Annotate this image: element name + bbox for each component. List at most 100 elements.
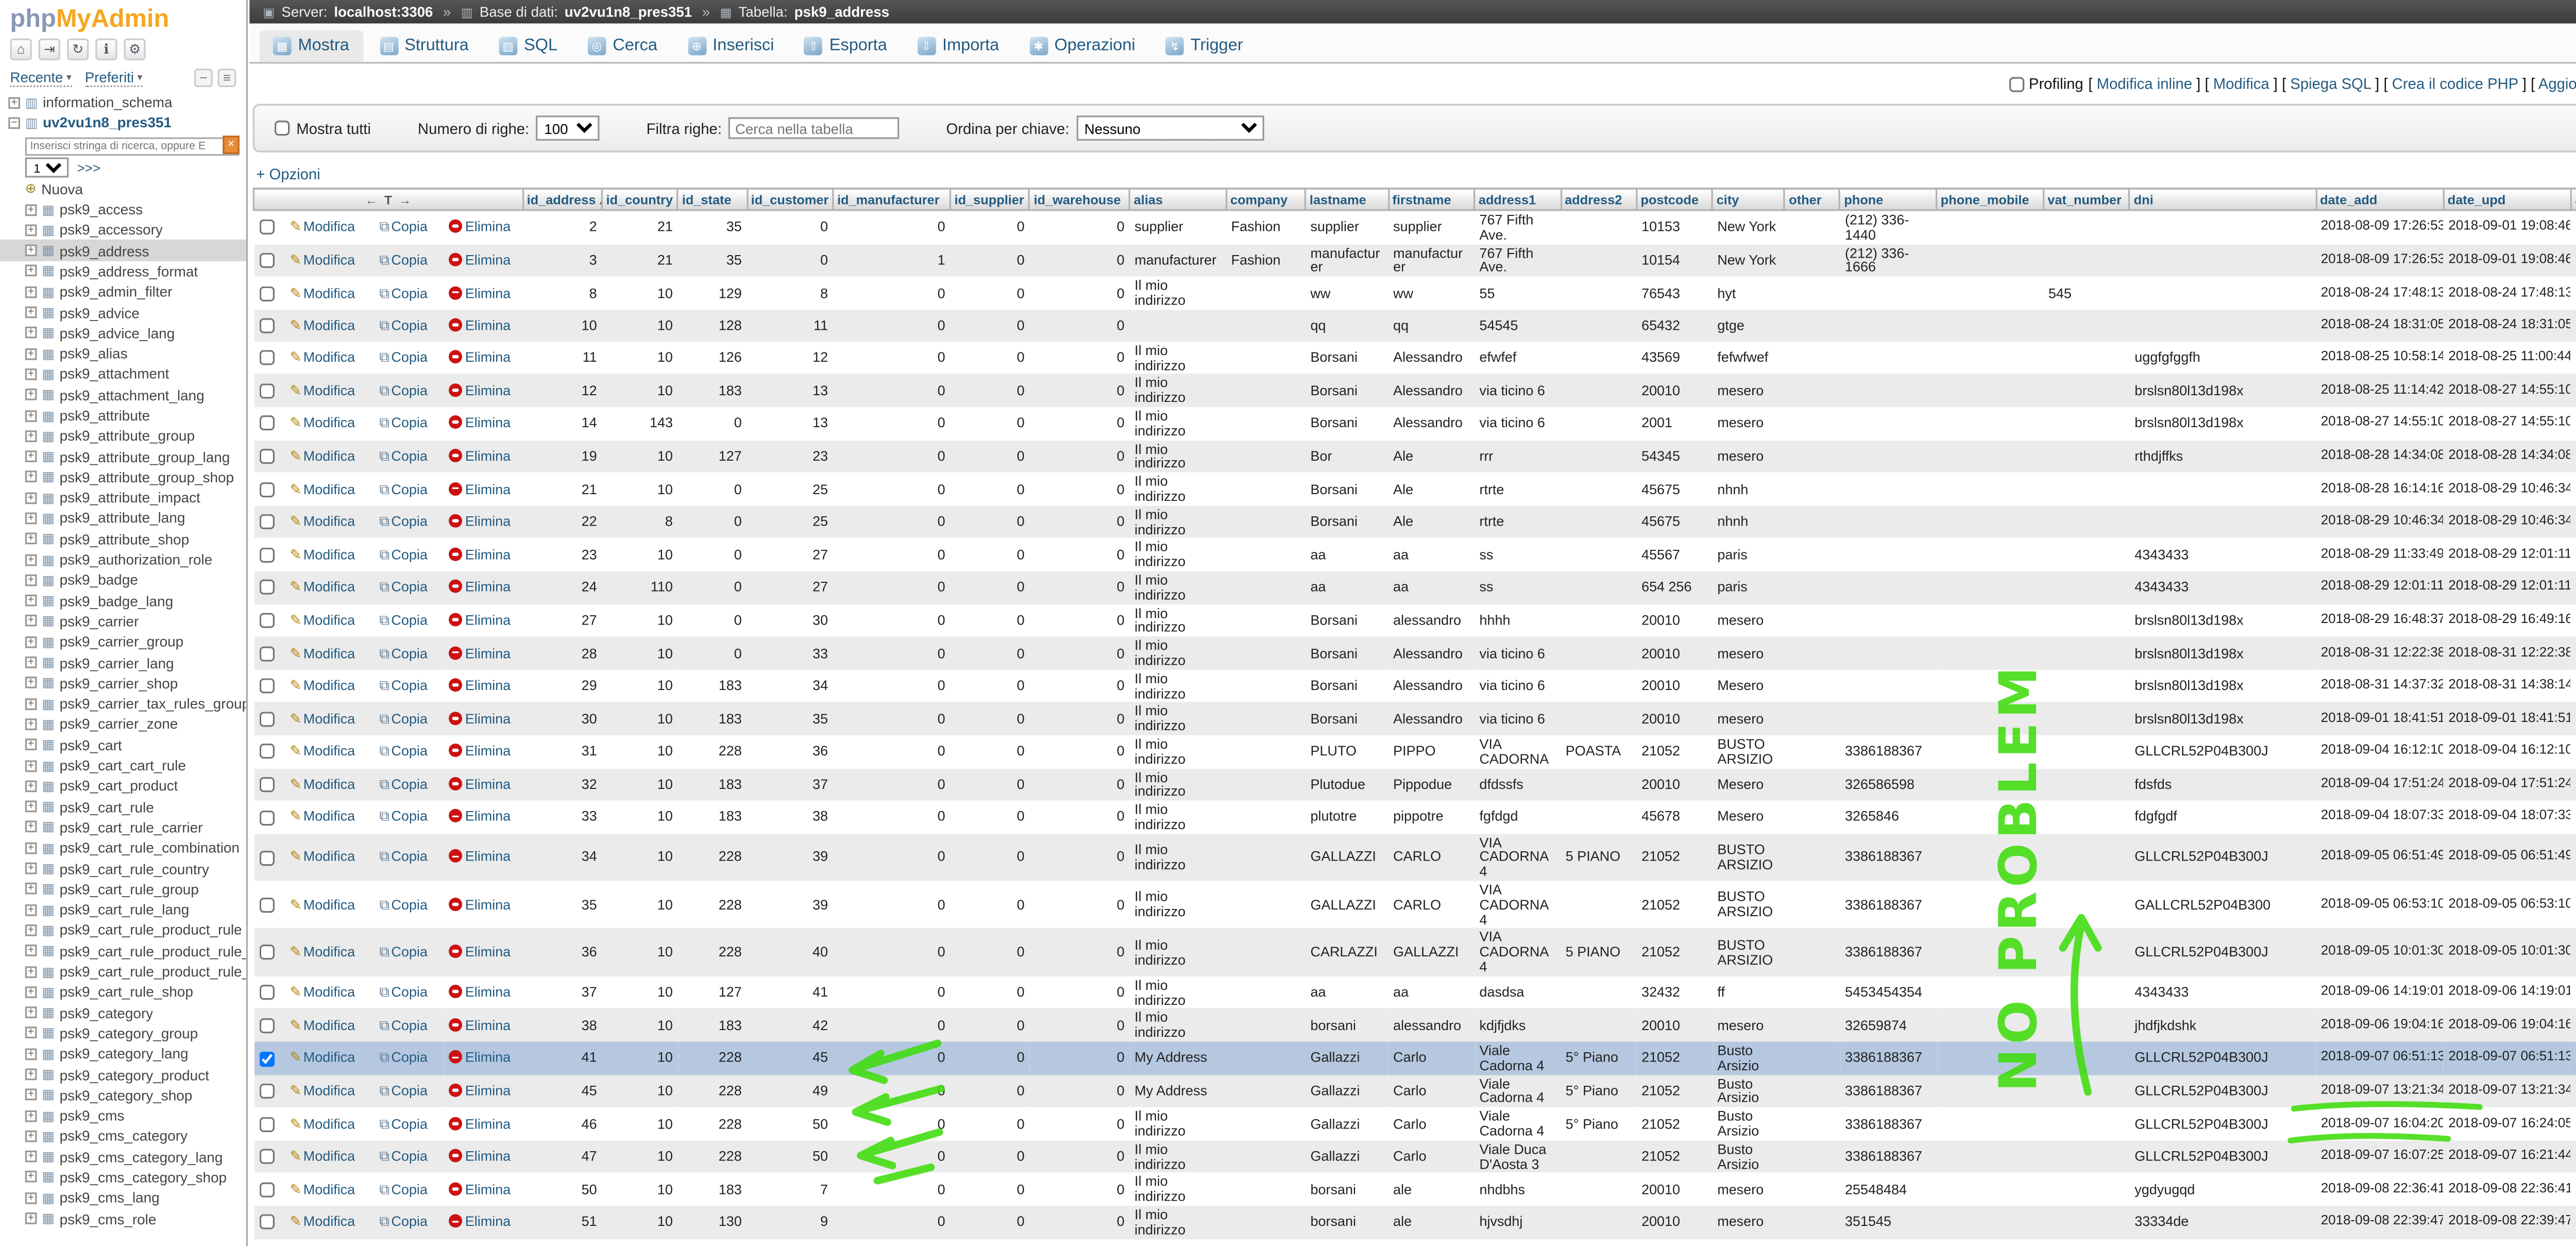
cell-other[interactable] bbox=[1785, 407, 1840, 440]
copy-link[interactable]: Copia bbox=[391, 677, 427, 694]
edit-link[interactable]: Modifica bbox=[303, 1115, 355, 1132]
cell-address1[interactable]: rtrte bbox=[1475, 506, 1561, 538]
filter-input[interactable] bbox=[728, 117, 900, 139]
sidebar-table-item[interactable]: +▦psk9_cart_rule bbox=[0, 796, 246, 817]
cell-id_supplier[interactable]: 0 bbox=[950, 374, 1029, 407]
cell-city[interactable]: Busto Arsizio bbox=[1713, 1042, 1785, 1075]
cell-active[interactable]: 1 bbox=[2571, 244, 2576, 277]
cell-other[interactable] bbox=[1785, 473, 1840, 506]
cell-alias[interactable]: Il mio indirizzo bbox=[1129, 929, 1226, 976]
cell-other[interactable] bbox=[1785, 881, 1840, 929]
delete-link[interactable]: Elimina bbox=[465, 1181, 511, 1198]
cell-active[interactable]: 1 bbox=[2571, 735, 2576, 768]
cell-active[interactable]: 1 bbox=[2571, 669, 2576, 702]
cell-phone[interactable] bbox=[1840, 571, 1936, 604]
expand-icon[interactable]: + bbox=[25, 389, 37, 401]
cell-id_warehouse[interactable]: 0 bbox=[1029, 768, 1129, 801]
cell-city[interactable]: fefwfwef bbox=[1713, 341, 1785, 374]
cell-id_address[interactable]: 35 bbox=[523, 881, 602, 929]
cell-address2[interactable] bbox=[1561, 341, 1636, 374]
delete-link[interactable]: Elimina bbox=[465, 710, 511, 727]
row-checkbox[interactable] bbox=[259, 416, 274, 431]
cell-dni[interactable]: brslsn80l13d198x bbox=[2129, 702, 2315, 735]
cell-address2[interactable] bbox=[1561, 210, 1636, 244]
cell-phone_mobile[interactable] bbox=[1937, 310, 2043, 342]
cell-vat_number[interactable] bbox=[2043, 833, 2129, 881]
cell-id_country[interactable]: 10 bbox=[602, 1009, 677, 1042]
cell-alias[interactable]: My Address bbox=[1129, 1074, 1226, 1107]
docs-icon[interactable]: ℹ bbox=[95, 39, 117, 60]
cell-other[interactable] bbox=[1785, 244, 1840, 277]
cell-other[interactable] bbox=[1785, 571, 1840, 604]
cell-active[interactable]: 1 bbox=[2571, 604, 2576, 637]
cell-other[interactable] bbox=[1785, 1206, 1840, 1239]
copy-link[interactable]: Copia bbox=[391, 546, 427, 563]
cell-address1[interactable]: Viale Duca D'Aosta 3 bbox=[1475, 1140, 1561, 1173]
cell-phone_mobile[interactable] bbox=[1937, 440, 2043, 473]
cell-id_country[interactable]: 10 bbox=[602, 1140, 677, 1173]
edit-link[interactable]: Modifica bbox=[303, 677, 355, 694]
edit-link[interactable]: Modifica bbox=[303, 1148, 355, 1165]
cell-id_warehouse[interactable]: 0 bbox=[1029, 833, 1129, 881]
cell-dni[interactable] bbox=[2129, 310, 2315, 342]
cell-phone[interactable] bbox=[1840, 669, 1936, 702]
edit-link[interactable]: Modifica bbox=[303, 808, 355, 825]
cell-id_supplier[interactable]: 0 bbox=[950, 735, 1029, 768]
expand-icon[interactable]: + bbox=[25, 698, 37, 710]
row-checkbox[interactable] bbox=[259, 850, 274, 865]
cell-id_manufacturer[interactable]: 0 bbox=[833, 735, 951, 768]
column-header-id_address[interactable]: id_address▲ bbox=[523, 189, 602, 210]
cell-id_address[interactable]: 31 bbox=[523, 735, 602, 768]
edit-link[interactable]: Modifica bbox=[303, 944, 355, 961]
cell-phone[interactable]: 25548484 bbox=[1840, 1173, 1936, 1206]
cell-alias[interactable]: Il mio indirizzo bbox=[1129, 407, 1226, 440]
expand-icon[interactable]: + bbox=[25, 1130, 37, 1142]
cell-postcode[interactable]: 21052 bbox=[1636, 929, 1712, 976]
cell-lastname[interactable]: Borsani bbox=[1306, 341, 1388, 374]
cell-firstname[interactable]: Ale bbox=[1388, 506, 1474, 538]
cell-id_supplier[interactable]: 0 bbox=[950, 210, 1029, 244]
cell-alias[interactable]: Il mio indirizzo bbox=[1129, 440, 1226, 473]
cell-date_add[interactable]: 2018-09-01 18:41:51 bbox=[2316, 702, 2444, 735]
cell-phone[interactable]: 32659874 bbox=[1840, 1009, 1936, 1042]
cell-phone_mobile[interactable] bbox=[1937, 1173, 2043, 1206]
cell-active[interactable]: 1 bbox=[2571, 473, 2576, 506]
expand-icon[interactable]: + bbox=[25, 327, 37, 339]
cell-date_upd[interactable]: 2018-08-29 10:46:34 bbox=[2444, 473, 2571, 506]
cell-vat_number[interactable] bbox=[2043, 735, 2129, 768]
copy-link[interactable]: Copia bbox=[391, 1213, 427, 1230]
cell-dni[interactable]: GLLCRL52P04B300J bbox=[2129, 1042, 2315, 1075]
cell-id_manufacturer[interactable]: 0 bbox=[833, 1140, 951, 1173]
cell-city[interactable]: mesero bbox=[1713, 702, 1785, 735]
cell-id_address[interactable]: 21 bbox=[523, 473, 602, 506]
cell-other[interactable] bbox=[1785, 801, 1840, 834]
expand-icon[interactable]: + bbox=[25, 821, 37, 833]
cell-phone_mobile[interactable] bbox=[1937, 244, 2043, 277]
column-header-company[interactable]: company bbox=[1226, 189, 1306, 210]
cell-address1[interactable]: fgfdgd bbox=[1475, 801, 1561, 834]
cell-date_upd[interactable]: 2018-08-29 10:46:34 bbox=[2444, 506, 2571, 538]
clear-filter-icon[interactable]: × bbox=[223, 135, 240, 154]
cell-postcode[interactable]: 10154 bbox=[1636, 244, 1712, 277]
cell-address2[interactable] bbox=[1561, 669, 1636, 702]
cell-dni[interactable] bbox=[2129, 244, 2315, 277]
cell-city[interactable]: mesero bbox=[1713, 407, 1785, 440]
cell-address1[interactable]: Viale Cadorna 4 bbox=[1475, 1042, 1561, 1075]
cell-active[interactable]: 1 bbox=[2571, 881, 2576, 929]
cell-vat_number[interactable] bbox=[2043, 407, 2129, 440]
delete-link[interactable]: Elimina bbox=[465, 1115, 511, 1132]
cell-company[interactable] bbox=[1226, 473, 1306, 506]
cell-phone[interactable] bbox=[1840, 407, 1936, 440]
cell-postcode[interactable]: 654 256 bbox=[1636, 571, 1712, 604]
cell-dni[interactable]: ygdyugqd bbox=[2129, 1173, 2315, 1206]
sidebar-table-item[interactable]: +▦psk9_category_shop bbox=[0, 1085, 246, 1105]
cell-address2[interactable]: 5 PIANO bbox=[1561, 929, 1636, 976]
sidebar-table-item[interactable]: +▦psk9_cart_rule_product_rule_ bbox=[0, 940, 246, 961]
edit-link[interactable]: Modifica bbox=[303, 1016, 355, 1033]
cell-date_upd[interactable]: 2018-09-01 19:08:46 bbox=[2444, 210, 2571, 244]
expand-icon[interactable]: + bbox=[25, 368, 37, 380]
cell-date_upd[interactable]: 2018-09-01 18:41:51 bbox=[2444, 702, 2571, 735]
copy-link[interactable]: Copia bbox=[391, 251, 427, 268]
cell-phone_mobile[interactable] bbox=[1937, 1042, 2043, 1075]
cell-phone_mobile[interactable] bbox=[1937, 571, 2043, 604]
